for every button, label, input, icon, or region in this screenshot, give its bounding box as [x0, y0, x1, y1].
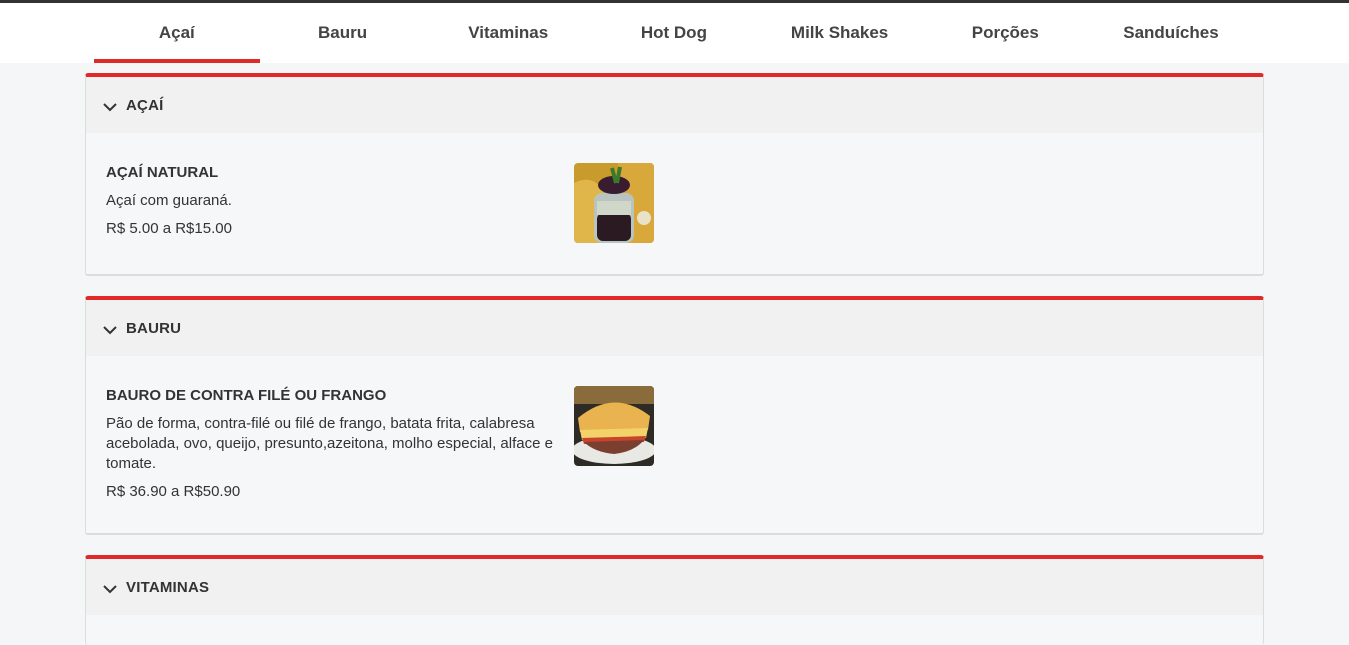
tab-vitaminas[interactable]: Vitaminas [425, 3, 591, 63]
category-tabs: Açaí Bauru Vitaminas Hot Dog Milk Shakes… [94, 3, 1254, 63]
item-text: AÇAÍ NATURAL Açaí com guaraná. R$ 5.00 a… [106, 163, 566, 239]
menu-item-bauro-contra-file[interactable]: BAURO DE CONTRA FILÉ OU FRANGO Pão de fo… [86, 356, 1263, 502]
tab-hot-dog[interactable]: Hot Dog [591, 3, 757, 63]
section-acai: AÇAÍ AÇAÍ NATURAL Açaí com guaraná. R$ 5… [85, 73, 1264, 276]
item-text: BAURO DE CONTRA FILÉ OU FRANGO Pão de fo… [106, 386, 566, 502]
tab-sanduiches[interactable]: Sanduíches [1088, 3, 1254, 63]
tab-milk-shakes[interactable]: Milk Shakes [757, 3, 923, 63]
section-header-acai[interactable]: AÇAÍ [86, 77, 1263, 133]
acai-photo [574, 163, 654, 243]
section-header-vitaminas[interactable]: VITAMINAS [86, 559, 1263, 615]
bauru-photo [574, 386, 654, 466]
chevron-down-icon [103, 326, 117, 335]
section-title: AÇAÍ [126, 96, 164, 114]
category-tab-bar: Açaí Bauru Vitaminas Hot Dog Milk Shakes… [0, 3, 1349, 63]
tab-bauru[interactable]: Bauru [260, 3, 426, 63]
section-title: BAURU [126, 319, 182, 337]
item-price: R$ 5.00 a R$15.00 [106, 220, 232, 237]
section-header-bauru[interactable]: BAURU [86, 300, 1263, 356]
chevron-down-icon [103, 103, 117, 112]
section-title: VITAMINAS [126, 578, 210, 596]
chevron-down-icon [103, 585, 117, 594]
menu-item-acai-natural[interactable]: AÇAÍ NATURAL Açaí com guaraná. R$ 5.00 a… [86, 133, 1263, 243]
tab-acai[interactable]: Açaí [94, 3, 260, 63]
item-name: BAURO DE CONTRA FILÉ OU FRANGO [106, 387, 387, 404]
section-vitaminas: VITAMINAS [85, 555, 1264, 645]
tab-porcoes[interactable]: Porções [922, 3, 1088, 63]
item-name: AÇAÍ NATURAL [106, 164, 219, 181]
item-description: Açaí com guaraná. [106, 192, 232, 209]
item-description: Pão de forma, contra-filé ou filé de fra… [106, 415, 553, 472]
item-price: R$ 36.90 a R$50.90 [106, 483, 241, 500]
section-bauru: BAURU BAURO DE CONTRA FILÉ OU FRANGO Pão… [85, 296, 1264, 535]
